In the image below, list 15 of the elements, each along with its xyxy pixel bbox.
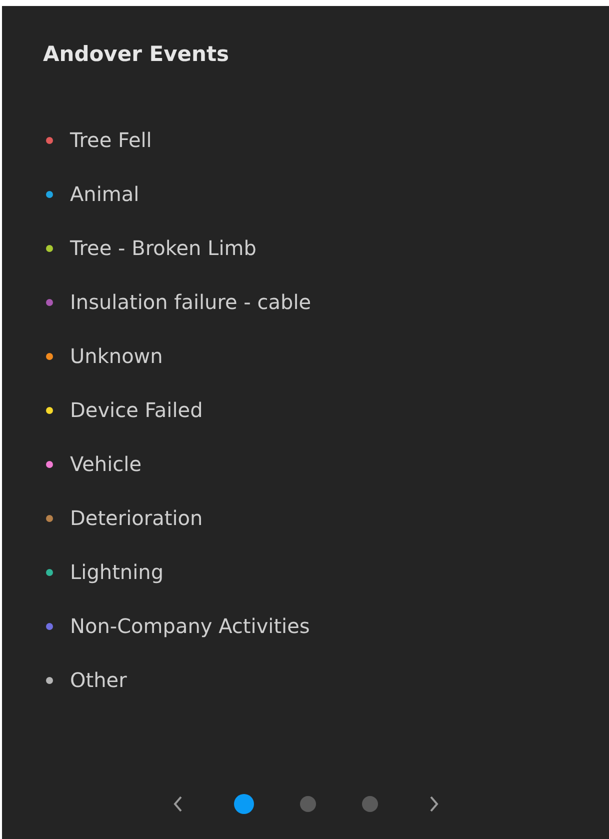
legend-label: Non-Company Activities [70, 613, 310, 640]
page-dot[interactable] [362, 796, 378, 812]
legend-label: Other [70, 667, 127, 694]
legend-label: Device Failed [70, 397, 203, 424]
legend-label: Tree - Broken Limb [70, 235, 256, 262]
legend-label: Unknown [70, 343, 163, 370]
legend-label: Tree Fell [70, 127, 152, 154]
legend-label: Animal [70, 181, 140, 208]
legend-label: Insulation failure - cable [70, 289, 312, 316]
legend-label: Deterioration [70, 505, 203, 532]
panel-title: Andover Events [43, 41, 230, 68]
legend-label: Vehicle [70, 451, 142, 478]
legend-label: Lightning [70, 559, 164, 586]
page-dot[interactable] [234, 794, 254, 814]
page-dot[interactable] [300, 796, 316, 812]
